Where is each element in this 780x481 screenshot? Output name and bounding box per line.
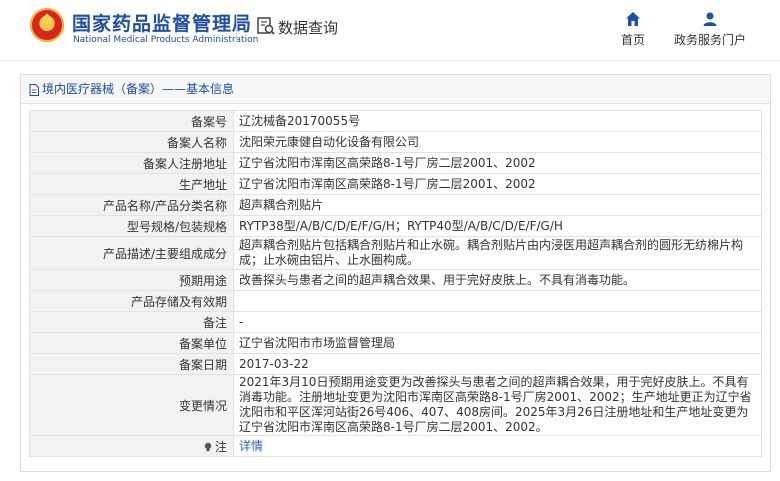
nav-gov-label: 政务服务门户 — [673, 33, 746, 47]
national-emblem-icon — [30, 8, 64, 42]
field-value: RYTP38型/A/B/C/D/E/F/G/H；RYTP40型/A/B/C/D/… — [233, 215, 762, 237]
breadcrumb: 境内医疗器械（备案）——基本信息 — [21, 75, 770, 104]
field-value: 2017-03-22 — [233, 353, 762, 375]
site-name-english: National Medical Products Administration — [73, 35, 259, 45]
field-value: 辽宁省沈阳市市场监督管理局 — [233, 332, 762, 354]
field-value: 2021年3月10日预期用途变更为改善探头与患者之间的超声耦合效果，用于完好皮肤… — [233, 374, 762, 436]
nav-home[interactable]: 首页 — [616, 11, 650, 48]
bulb-icon — [204, 442, 212, 452]
field-label: 产品描述/主要组成成分 — [29, 236, 234, 270]
field-label: 备注 — [29, 311, 234, 333]
field-label: 备案人名称 — [29, 131, 234, 153]
field-value: 沈阳荣元康健自动化设备有限公司 — [233, 131, 762, 153]
table-row: 备案单位 辽宁省沈阳市市场监督管理局 — [29, 332, 762, 354]
document-icon — [29, 83, 39, 96]
field-label: 预期用途 — [29, 269, 234, 291]
field-value: 辽宁省沈阳市浑南区高荣路8-1号厂房二层2001、2002 — [233, 152, 762, 174]
table-row: 备案号 辽沈械备20170055号 — [29, 110, 762, 132]
table-row: 注 详情 — [29, 435, 762, 457]
table-row: 备案人名称 沈阳荣元康健自动化设备有限公司 — [29, 131, 762, 153]
nav-home-label: 首页 — [620, 33, 645, 47]
field-label: 备案日期 — [29, 353, 234, 375]
field-label: 产品存储及有效期 — [29, 290, 234, 312]
home-icon — [626, 12, 640, 26]
table-row: 产品名称/产品分类名称 超声耦合剂贴片 — [29, 194, 762, 216]
data-query-link[interactable]: 数据查询 — [278, 17, 338, 38]
field-value: 辽宁省沈阳市浑南区高荣路8-1号厂房二层2001、2002 — [233, 173, 762, 195]
note-label: 注 — [214, 439, 227, 454]
field-value: 改善探头与患者之间的超声耦合效果、用于完好皮肤上。不具有消毒功能。 — [233, 269, 762, 291]
field-label: 备案人注册地址 — [29, 152, 234, 174]
field-label: 产品名称/产品分类名称 — [29, 194, 234, 216]
field-value — [233, 290, 762, 312]
table-row: 型号规格/包装规格 RYTP38型/A/B/C/D/E/F/G/H；RYTP40型… — [29, 215, 762, 237]
table-row: 产品存储及有效期 — [29, 290, 762, 312]
table-row: 备注 - — [29, 311, 762, 333]
table-row: 备案人注册地址 辽宁省沈阳市浑南区高荣路8-1号厂房二层2001、2002 — [29, 152, 762, 174]
field-label: 备案单位 — [29, 332, 234, 354]
table-row: 预期用途 改善探头与患者之间的超声耦合效果、用于完好皮肤上。不具有消毒功能。 — [29, 269, 762, 291]
table-row: 产品描述/主要组成成分 超声耦合剂贴片包括耦合剂贴片和止水碗。耦合剂贴片由内浸医用… — [29, 236, 762, 270]
field-value: - — [233, 311, 762, 333]
site-name[interactable]: 国家药品监督管理局 — [72, 9, 252, 36]
record-panel: 境内医疗器械（备案）——基本信息 备案号 辽沈械备20170055号 备案人名称沈… — [20, 74, 771, 472]
table-row: 备案日期 2017-03-22 — [29, 353, 762, 375]
data-query-icon[interactable] — [257, 17, 275, 35]
field-label: 变更情况 — [29, 374, 234, 436]
table-row: 生产地址 辽宁省沈阳市浑南区高荣路8-1号厂房二层2001、2002 — [29, 173, 762, 195]
field-value: 辽沈械备20170055号 — [233, 110, 762, 132]
record-table: 备案号 辽沈械备20170055号 备案人名称 沈阳荣元康健自动化设备有限公司 备案… — [29, 110, 762, 457]
field-value: 超声耦合剂贴片 — [233, 194, 762, 216]
site-header: 国家药品监督管理局 National Medical Products Admi… — [0, 0, 780, 61]
details-link[interactable]: 详情 — [239, 439, 263, 453]
field-label: 备案号 — [29, 110, 234, 132]
field-label: 生产地址 — [29, 173, 234, 195]
header-divider — [236, 14, 237, 42]
nav-gov-services[interactable]: 政务服务门户 — [672, 11, 748, 48]
breadcrumb-text: 境内医疗器械（备案）——基本信息 — [42, 82, 235, 96]
field-value: 超声耦合剂贴片包括耦合剂贴片和止水碗。耦合剂贴片由内浸医用超声耦合剂的圆形无纺棉… — [233, 236, 762, 270]
note-label-cell: 注 — [29, 435, 234, 457]
field-label: 型号规格/包装规格 — [29, 215, 234, 237]
user-icon — [703, 12, 717, 26]
table-row: 变更情况 2021年3月10日预期用途变更为改善探头与患者之间的超声耦合效果，用于… — [29, 374, 762, 436]
